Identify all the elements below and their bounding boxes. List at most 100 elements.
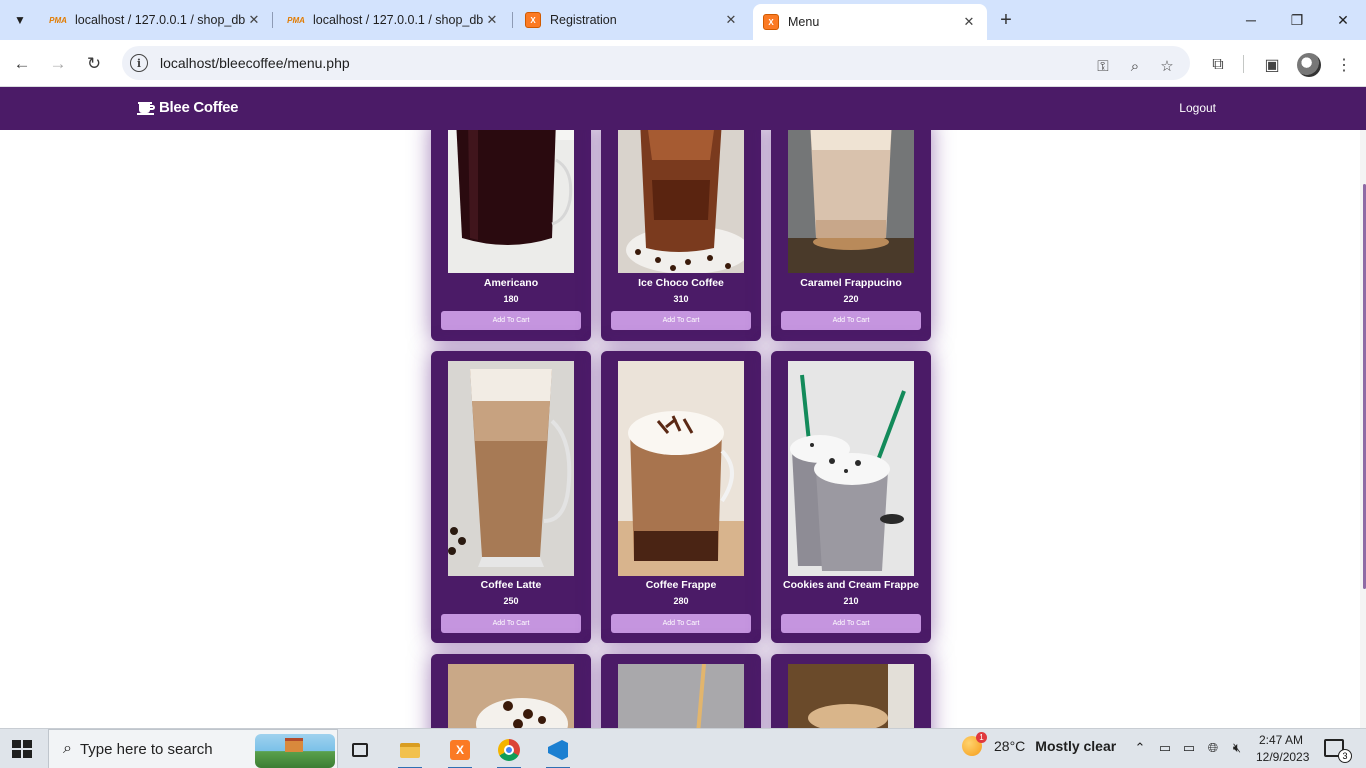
- site-logo[interactable]: Blee Coffee: [137, 99, 239, 116]
- product-card: Ice Choco Coffee 310 Add To Cart: [601, 130, 761, 341]
- product-card: Coffee Latte 250 Add To Cart: [431, 351, 591, 643]
- add-to-cart-button[interactable]: Add To Cart: [611, 614, 751, 633]
- logout-link[interactable]: Logout: [1179, 101, 1216, 115]
- product-card: [771, 654, 931, 728]
- profile-avatar[interactable]: [1297, 53, 1321, 77]
- product-image-ice-choco-coffee: [618, 130, 744, 273]
- tab-pma-2[interactable]: PMA localhost / 127.0.0.1 / shop_db ✕: [278, 0, 510, 40]
- product-card: [431, 654, 591, 728]
- product-image-americano: [448, 130, 574, 273]
- search-highlight-image: [255, 734, 335, 768]
- close-tab-icon[interactable]: ✕: [246, 12, 262, 28]
- task-view-icon[interactable]: [340, 733, 380, 767]
- extensions-icon[interactable]: ⧉: [1206, 53, 1230, 77]
- close-window-button[interactable]: ✕: [1320, 0, 1366, 40]
- product-name: Cookies and Cream Frappe: [783, 579, 919, 591]
- xampp-icon: X: [763, 14, 779, 30]
- meet-now-icon[interactable]: ▭: [1156, 739, 1174, 757]
- more-menu-icon[interactable]: ⋮: [1332, 53, 1356, 77]
- side-panel-icon[interactable]: ▣: [1260, 53, 1284, 77]
- close-tab-icon[interactable]: ✕: [961, 14, 977, 30]
- vscode-icon[interactable]: [538, 733, 578, 768]
- battery-icon[interactable]: ▭: [1180, 739, 1198, 757]
- forward-button[interactable]: →: [44, 50, 72, 78]
- windows-taskbar: ⌕ Type here to search X 1 28°C Mostly cl…: [0, 728, 1366, 768]
- product-price: 220: [843, 294, 859, 304]
- phpmyadmin-icon: PMA: [287, 15, 305, 25]
- restore-button[interactable]: ❐: [1274, 0, 1320, 40]
- notification-center-icon[interactable]: 3: [1324, 739, 1352, 763]
- search-icon: ⌕: [63, 740, 72, 757]
- product-price: 280: [673, 596, 689, 606]
- product-image: [448, 664, 574, 728]
- page-scrollbar[interactable]: [1360, 130, 1366, 728]
- tab-registration[interactable]: X Registration ✕: [515, 0, 749, 40]
- product-image-cookies-and-cream-frappe: [788, 361, 914, 576]
- product-image-coffee-frappe: [618, 361, 744, 576]
- key-icon[interactable]: ⚿: [1092, 55, 1114, 77]
- product-name: Ice Choco Coffee: [638, 277, 724, 289]
- reload-button[interactable]: ↻: [80, 50, 108, 78]
- product-name: Americano: [483, 277, 539, 289]
- product-image: [788, 664, 914, 728]
- coffee-cup-icon: [137, 101, 155, 115]
- minimize-icon: ─: [1246, 12, 1256, 28]
- windows-start-icon[interactable]: [12, 740, 32, 758]
- volume-muted-icon[interactable]: 🔇︎: [1228, 739, 1246, 757]
- minimize-button[interactable]: ─: [1228, 0, 1274, 40]
- file-explorer-icon[interactable]: [390, 733, 430, 768]
- weather-icon: 1: [962, 732, 987, 756]
- add-to-cart-button[interactable]: Add To Cart: [781, 614, 921, 633]
- product-card: Coffee Frappe 280 Add To Cart: [601, 351, 761, 643]
- weather-condition: Mostly clear: [1035, 738, 1117, 754]
- xampp-icon: X: [525, 12, 541, 28]
- add-to-cart-button[interactable]: Add To Cart: [781, 311, 921, 330]
- tab-title: Registration: [550, 13, 617, 27]
- zoom-icon[interactable]: ⌕: [1124, 55, 1146, 77]
- product-name: Caramel Frappucino: [800, 277, 902, 289]
- brand-name: Blee Coffee: [159, 99, 239, 116]
- plus-icon: +: [1000, 8, 1012, 31]
- product-price: 250: [503, 596, 519, 606]
- product-card: Americano 180 Add To Cart: [431, 130, 591, 341]
- browser-tab-strip: ▼ PMA localhost / 127.0.0.1 / shop_db ✕ …: [0, 0, 1366, 40]
- close-icon: ✕: [1337, 11, 1349, 28]
- address-bar[interactable]: i localhost/bleecoffee/menu.php ⚿ ⌕ ☆: [122, 46, 1190, 80]
- clock-time: 2:47 AM: [1258, 733, 1304, 747]
- tab-title: localhost / 127.0.0.1 / shop_db: [313, 13, 484, 27]
- weather-temp: 28°C: [994, 738, 1026, 754]
- search-placeholder: Type here to search: [79, 740, 213, 758]
- back-button[interactable]: ←: [8, 50, 36, 78]
- close-tab-icon[interactable]: ✕: [484, 12, 500, 28]
- system-clock[interactable]: 2:47 AM 12/9/2023: [1256, 732, 1310, 766]
- tab-menu[interactable]: X Menu ✕: [753, 4, 987, 40]
- product-card: Cookies and Cream Frappe 210 Add To Cart: [771, 351, 931, 643]
- product-price: 180: [503, 294, 519, 304]
- chevron-up-icon[interactable]: ⌃: [1131, 739, 1149, 757]
- close-tab-icon[interactable]: ✕: [723, 12, 739, 28]
- add-to-cart-button[interactable]: Add To Cart: [611, 311, 751, 330]
- taskbar-search[interactable]: ⌕ Type here to search: [48, 729, 338, 768]
- arrow-left-icon: ←: [13, 54, 31, 73]
- chrome-icon[interactable]: [489, 733, 529, 768]
- xampp-taskbar-icon[interactable]: X: [440, 733, 480, 768]
- new-tab-button[interactable]: +: [992, 6, 1020, 34]
- chevron-down-icon: ▼: [14, 13, 26, 27]
- add-to-cart-button[interactable]: Add To Cart: [441, 311, 581, 330]
- tab-pma-1[interactable]: PMA localhost / 127.0.0.1 / shop_db ✕: [40, 0, 272, 40]
- bookmark-star-icon[interactable]: ☆: [1156, 55, 1178, 77]
- add-to-cart-button[interactable]: Add To Cart: [441, 614, 581, 633]
- menu-grid: Americano 180 Add To Cart Ice Choco Coff…: [0, 130, 1366, 728]
- product-image-caramel-frappucino: [788, 130, 914, 273]
- weather-widget[interactable]: 1 28°C Mostly clear: [962, 732, 1117, 756]
- product-price: 210: [843, 596, 859, 606]
- site-header: Blee Coffee Logout: [0, 87, 1366, 130]
- tab-search-button[interactable]: ▼: [8, 8, 32, 32]
- product-card: [601, 654, 761, 728]
- tab-title: localhost / 127.0.0.1 / shop_db: [75, 13, 246, 27]
- site-info-icon[interactable]: i: [130, 54, 148, 72]
- url-text[interactable]: localhost/bleecoffee/menu.php: [160, 55, 350, 71]
- network-icon[interactable]: 🌐︎: [1204, 739, 1222, 757]
- clock-date: 12/9/2023: [1256, 750, 1310, 764]
- reload-icon: ↻: [86, 54, 102, 73]
